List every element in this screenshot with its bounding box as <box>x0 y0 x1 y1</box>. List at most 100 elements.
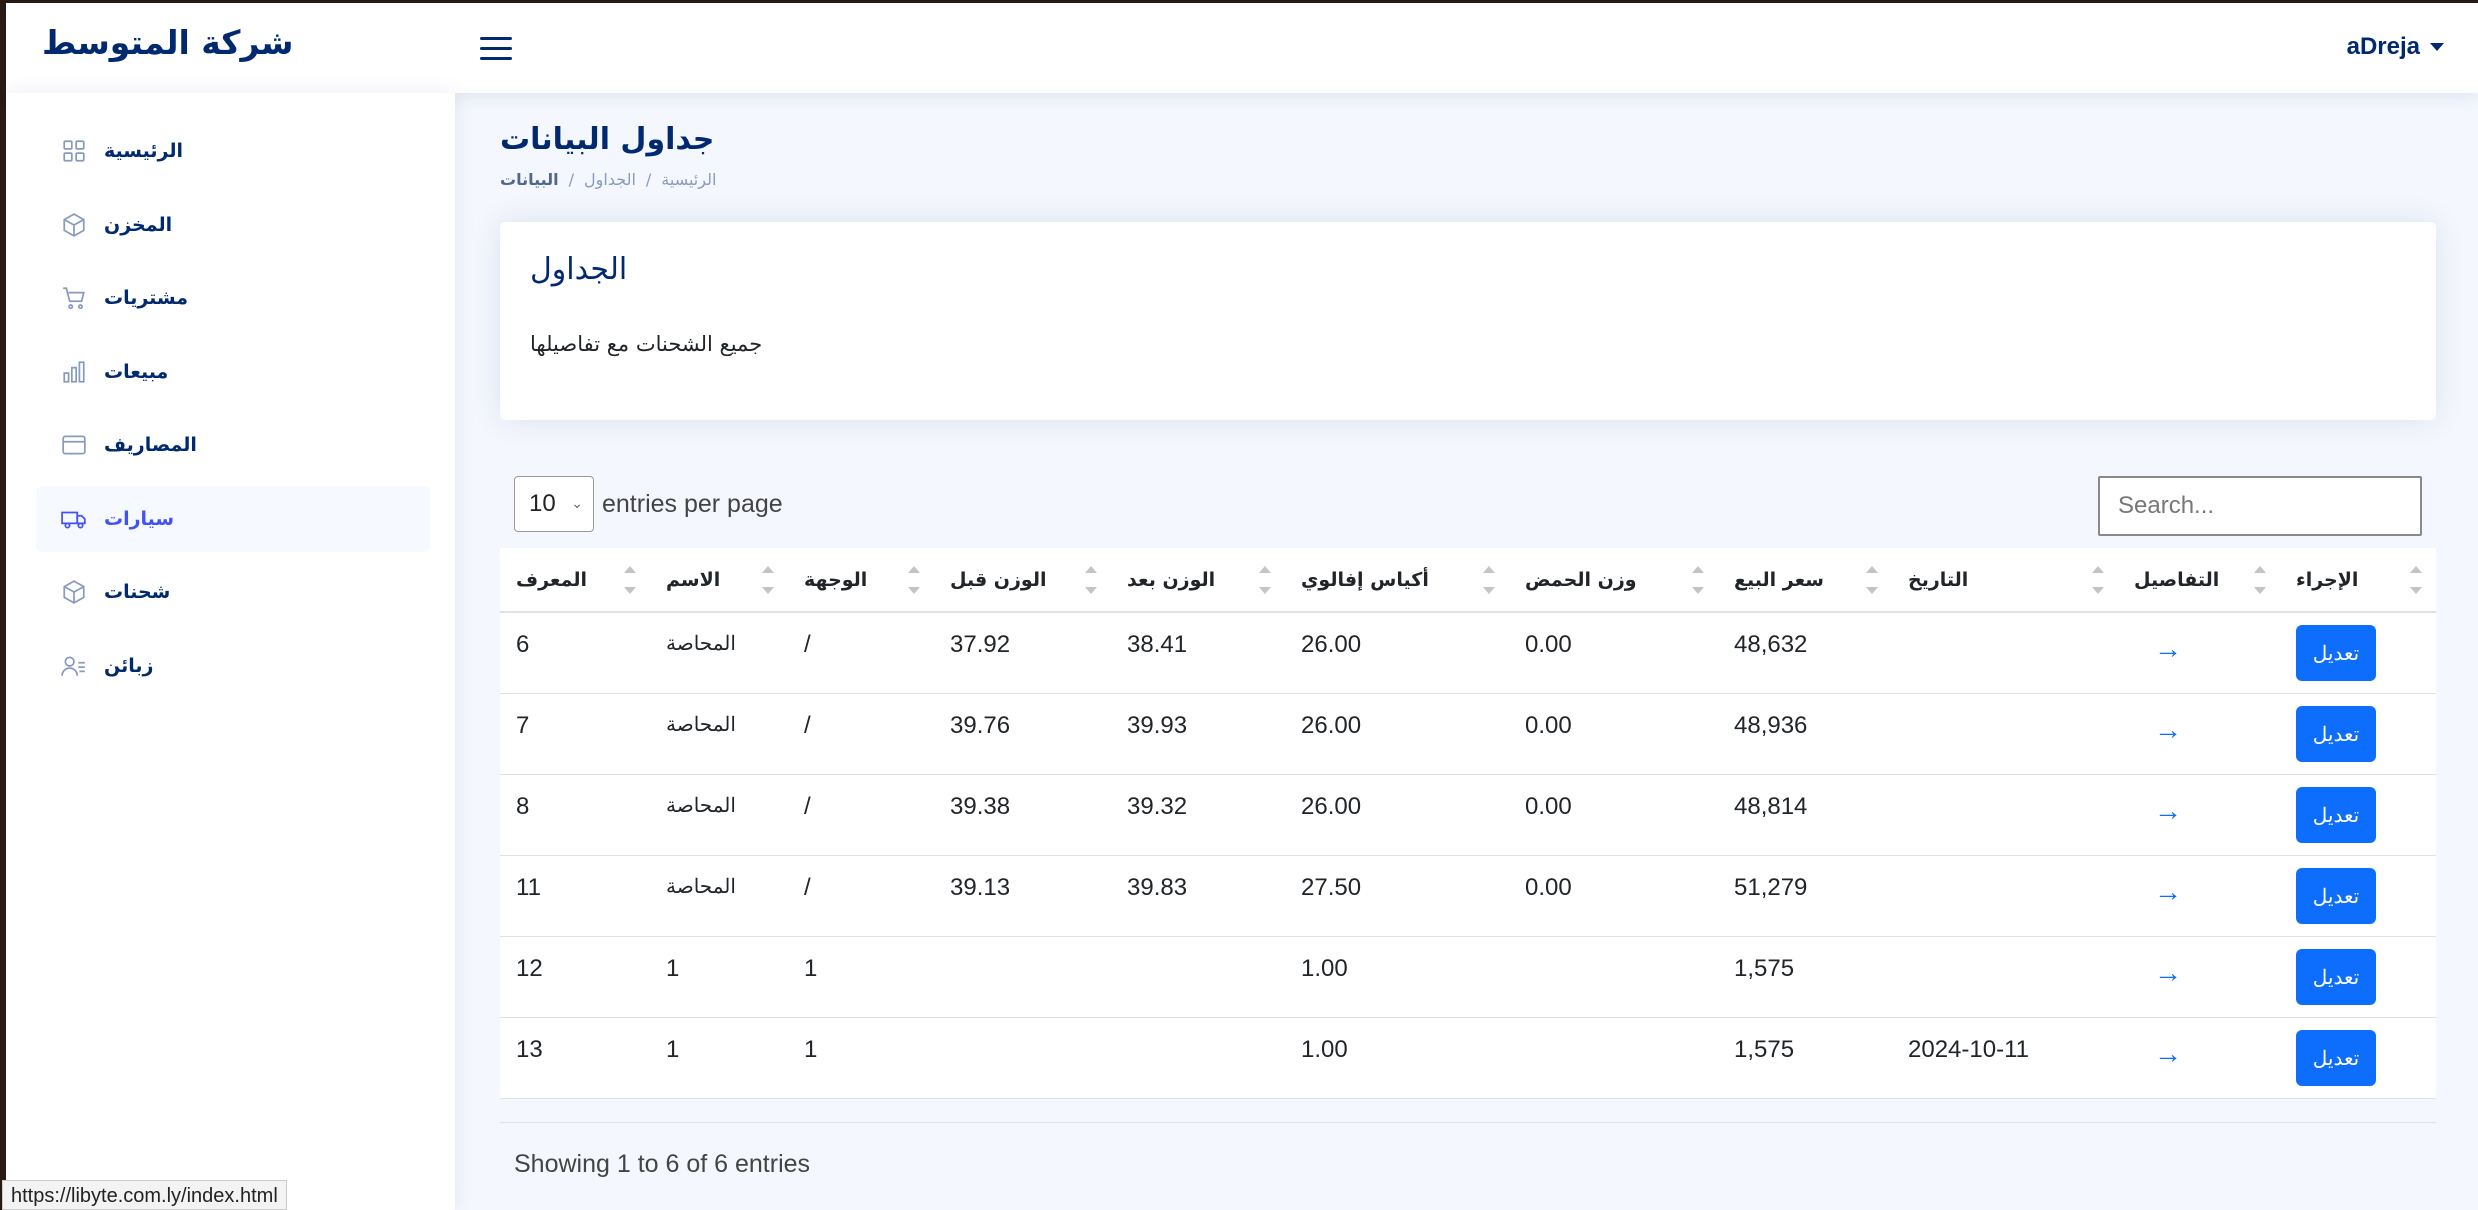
cell-weight-before: 39.76 <box>934 693 1111 775</box>
sidebar-item-label: زبائن <box>104 655 154 677</box>
edit-button[interactable]: تعديل <box>2296 867 2376 924</box>
cell-sale-price: 51,279 <box>1718 855 1892 937</box>
column-header-details[interactable]: التفاصيل <box>2118 548 2280 613</box>
sidebar-item-sales[interactable]: مبيعات <box>36 339 430 405</box>
user-name[interactable]: aDreja <box>2347 33 2420 61</box>
column-header-name[interactable]: الاسم <box>650 548 788 613</box>
cell-id: 12 <box>500 936 650 1018</box>
sidebar-item-expenses[interactable]: المصاريف <box>36 412 430 478</box>
cell-weight-before: 39.38 <box>934 774 1111 856</box>
cell-sale-price: 1,575 <box>1718 936 1892 1018</box>
truck-icon <box>60 505 88 533</box>
cell-acid-weight <box>1509 936 1718 1018</box>
details-arrow-icon[interactable]: → <box>2154 1038 2182 1070</box>
cell-weight-after <box>1111 936 1285 1018</box>
cell-name: المحاصة <box>650 774 788 856</box>
shipments-table: المعرف الاسم الوجهة الوزن قبل الوزن بعد … <box>500 548 2436 1099</box>
column-header-date[interactable]: التاريخ <box>1892 548 2118 613</box>
cell-name: 1 <box>650 1017 788 1099</box>
sort-icon <box>1483 564 1495 596</box>
cell-id: 13 <box>500 1017 650 1099</box>
column-header-bags[interactable]: أكياس إفالوي <box>1285 548 1509 613</box>
column-header-weight-before[interactable]: الوزن قبل <box>934 548 1111 613</box>
column-header-destination[interactable]: الوجهة <box>788 548 934 613</box>
edit-button[interactable]: تعديل <box>2296 786 2376 843</box>
cell-date <box>1892 612 2118 694</box>
cell-acid-weight: 0.00 <box>1509 774 1718 856</box>
cell-action: تعديل <box>2280 693 2436 775</box>
page-title: جداول البيانات <box>500 122 715 157</box>
sort-icon <box>2092 564 2104 596</box>
cell-destination: / <box>788 612 934 694</box>
edit-button[interactable]: تعديل <box>2296 1029 2376 1086</box>
company-logo[interactable]: شركة المتوسط <box>42 23 293 62</box>
sort-icon <box>624 564 636 596</box>
edit-button[interactable]: تعديل <box>2296 625 2376 681</box>
table-row: 8 المحاصة / 39.38 39.32 26.00 0.00 48,81… <box>500 774 2436 856</box>
cell-date <box>1892 693 2118 775</box>
sidebar-item-customers[interactable]: زبائن <box>36 633 430 699</box>
edit-button[interactable]: تعديل <box>2296 705 2376 762</box>
sidebar-item-label: مبيعات <box>104 361 169 383</box>
cell-acid-weight: 0.00 <box>1509 693 1718 775</box>
details-arrow-icon[interactable]: → <box>2154 957 2182 989</box>
cell-sale-price: 1,575 <box>1718 1017 1892 1099</box>
sidebar-item-home[interactable]: الرئيسية <box>36 118 430 184</box>
cell-id: 6 <box>500 612 650 694</box>
sidebar-item-label: سيارات <box>104 508 175 530</box>
cell-name: المحاصة <box>650 612 788 694</box>
sort-icon <box>1085 564 1097 596</box>
cell-name: المحاصة <box>650 855 788 937</box>
details-arrow-icon[interactable]: → <box>2154 795 2182 827</box>
search-input[interactable] <box>2098 476 2422 536</box>
sidebar: الرئيسية المخزن مشتريات مبيعات المصاريف … <box>6 93 455 1210</box>
table-info: Showing 1 to 6 of 6 entries <box>514 1150 811 1178</box>
cell-sale-price: 48,632 <box>1718 612 1892 694</box>
breadcrumb-link-home[interactable]: الرئيسية <box>661 170 716 189</box>
cart-icon <box>60 284 88 312</box>
sidebar-item-label: الرئيسية <box>104 140 183 162</box>
breadcrumb-separator: / <box>645 170 652 189</box>
cell-details: → <box>2118 855 2280 937</box>
table-row: 11 المحاصة / 39.13 39.83 27.50 0.00 51,2… <box>500 855 2436 937</box>
user-menu[interactable]: aDreja <box>2347 33 2444 61</box>
column-header-id[interactable]: المعرف <box>500 548 650 613</box>
cell-weight-before: 39.13 <box>934 855 1111 937</box>
cell-bags: 1.00 <box>1285 936 1509 1018</box>
sort-icon <box>908 564 920 596</box>
sort-icon <box>2254 564 2266 596</box>
cell-acid-weight: 0.00 <box>1509 612 1718 694</box>
cell-action: تعديل <box>2280 936 2436 1018</box>
table-row: 6 المحاصة / 37.92 38.41 26.00 0.00 48,63… <box>500 612 2436 694</box>
cell-date <box>1892 774 2118 856</box>
sort-icon <box>2410 564 2422 596</box>
menu-toggle-icon[interactable] <box>478 33 514 63</box>
sidebar-item-purchases[interactable]: مشتريات <box>36 265 430 331</box>
entries-per-page-value: 10 <box>529 490 556 517</box>
details-arrow-icon[interactable]: → <box>2154 633 2182 665</box>
entries-per-page-select[interactable]: 10 ⌄ <box>514 476 594 532</box>
cell-weight-after: 39.32 <box>1111 774 1285 856</box>
cell-destination: 1 <box>788 936 934 1018</box>
details-arrow-icon[interactable]: → <box>2154 876 2182 908</box>
column-header-weight-after[interactable]: الوزن بعد <box>1111 548 1285 613</box>
details-arrow-icon[interactable]: → <box>2154 714 2182 746</box>
cell-date: 2024-10-11 <box>1892 1017 2118 1099</box>
column-header-acid-weight[interactable]: وزن الحمض <box>1509 548 1718 613</box>
chevron-down-icon: ⌄ <box>571 495 583 511</box>
table-row: 12 1 1 1.00 1,575 → تعديل <box>500 936 2436 1018</box>
cell-date <box>1892 936 2118 1018</box>
box-icon <box>60 211 88 239</box>
users-icon <box>60 652 88 680</box>
cell-destination: / <box>788 774 934 856</box>
sidebar-item-cars[interactable]: سيارات <box>36 486 430 552</box>
cell-weight-before <box>934 936 1111 1018</box>
cell-weight-after <box>1111 1017 1285 1099</box>
column-header-sale-price[interactable]: سعر البيع <box>1718 548 1892 613</box>
breadcrumb-link-tables[interactable]: الجداول <box>584 170 636 189</box>
cell-name: 1 <box>650 936 788 1018</box>
edit-button[interactable]: تعديل <box>2296 948 2376 1005</box>
sidebar-item-warehouse[interactable]: المخزن <box>36 192 430 258</box>
sidebar-item-shipments[interactable]: شحنات <box>36 559 430 625</box>
column-header-action[interactable]: الإجراء <box>2280 548 2436 613</box>
